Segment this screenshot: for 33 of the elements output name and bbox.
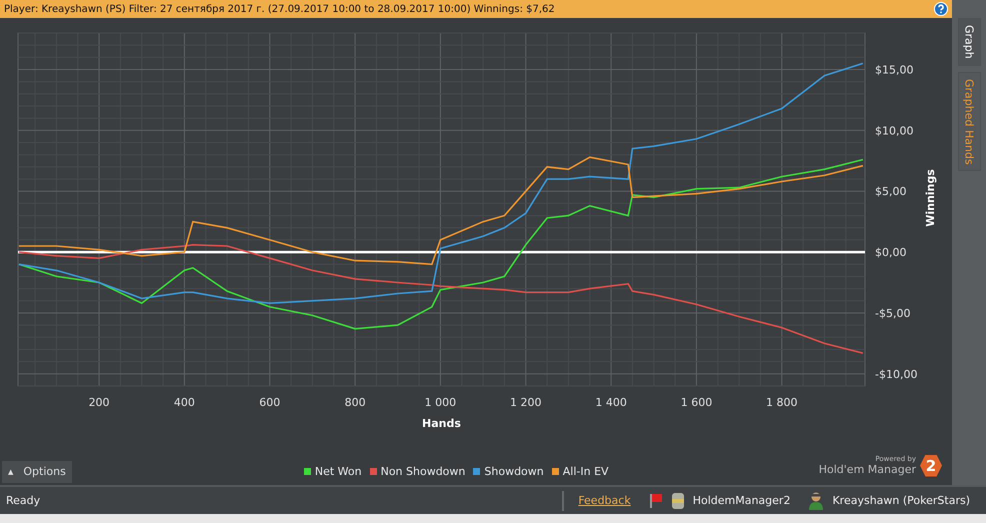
filter-title: Player: Kreayshawn (PS) Filter: 27 сентября 2017 г. (27.09.2017 10:00 to 28.09.2017 10:00) Winnings: $7,62 [4, 4, 555, 14]
y-tick-label: -$10,00 [875, 368, 918, 381]
flag-icon[interactable] [648, 492, 663, 508]
side-tab[interactable]: Graph [958, 18, 980, 66]
x-tick-label: 1 800 [766, 396, 798, 409]
database-name: HoldemManager2 [692, 494, 790, 507]
x-axis-title: Hands [422, 417, 461, 430]
player-name: Kreayshawn (PokerStars) [832, 494, 970, 507]
help-icon[interactable] [934, 2, 948, 16]
x-tick-label: 200 [88, 396, 110, 409]
product-name: Hold'em Manager [818, 463, 916, 476]
legend-label: All-In EV [562, 465, 609, 478]
legend-label: Non Showdown [380, 465, 466, 478]
database-icon[interactable] [670, 492, 685, 510]
x-tick-label: 800 [344, 396, 366, 409]
feedback-link[interactable]: Feedback [578, 494, 631, 507]
y-axis-title: Winnings [924, 169, 937, 227]
y-tick-label: -$5,00 [875, 306, 910, 320]
y-tick-label: $15,00 [875, 64, 914, 77]
logo-badge: 2 [920, 454, 942, 476]
legend-label: Showdown [484, 465, 544, 478]
x-tick-label: 1 200 [510, 396, 542, 409]
y-tick-label: $5,00 [875, 185, 906, 198]
x-tick-label: 600 [259, 396, 280, 409]
x-tick-label: 400 [174, 396, 195, 409]
status-text: Ready [6, 494, 40, 507]
y-tick-label: $10,00 [875, 124, 914, 138]
x-tick-label: 1 400 [595, 396, 627, 409]
y-tick-label: $0,00 [875, 246, 906, 260]
person-icon[interactable] [808, 490, 824, 510]
x-tick-label: 1 000 [424, 396, 456, 409]
x-tick-label: 1 600 [680, 396, 712, 409]
legend-label: Net Won [314, 465, 362, 478]
